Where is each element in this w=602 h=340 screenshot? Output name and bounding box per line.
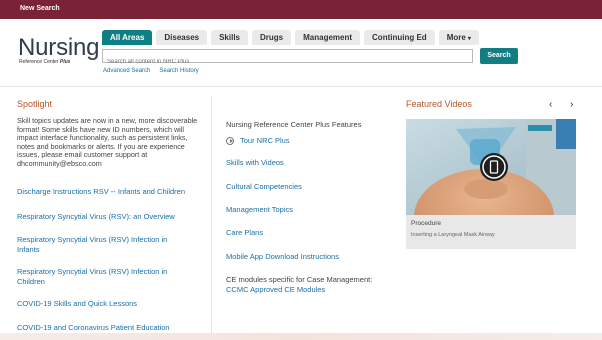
search-sublinks: Advanced Search Search History xyxy=(103,68,199,74)
search-history-link[interactable]: Search History xyxy=(159,68,198,74)
spotlight-link-covid-skills[interactable]: COVID-19 Skills and Quick Lessons xyxy=(17,299,207,309)
spotlight-intro: Skill topics updates are now in a new, m… xyxy=(17,116,198,168)
feature-link-management[interactable]: Management Topics xyxy=(226,205,293,215)
logo-subtitle-prefix: Reference Center xyxy=(19,59,59,65)
ce-modules-label: CE modules specific for Case Management: xyxy=(226,275,373,284)
tour-nrc-plus-label: Tour NRC Plus xyxy=(240,136,290,145)
advanced-search-link[interactable]: Advanced Search xyxy=(103,68,150,74)
top-bar: New Search xyxy=(0,0,602,19)
spotlight-link-discharge-rsv[interactable]: Discharge Instructions RSV -- Infants an… xyxy=(17,187,207,197)
video-description: Inserting a Laryngeal Mask Airway xyxy=(411,232,495,238)
tab-more[interactable]: More ▾ xyxy=(438,30,479,45)
header-divider xyxy=(0,86,602,87)
search-button[interactable]: Search xyxy=(480,48,518,64)
search-box xyxy=(102,49,473,68)
new-search-link[interactable]: New Search xyxy=(20,5,60,12)
tour-nrc-plus-link[interactable]: Tour NRC Plus xyxy=(226,136,290,145)
play-circle-icon xyxy=(226,136,234,145)
featured-video-thumbnail[interactable] xyxy=(406,119,576,215)
tab-continuing-ed[interactable]: Continuing Ed xyxy=(364,30,435,45)
tab-management[interactable]: Management xyxy=(295,30,361,45)
spotlight-link-rsv-overview[interactable]: Respiratory Syncytial Virus (RSV): an Ov… xyxy=(17,212,207,222)
tab-all-areas[interactable]: All Areas xyxy=(102,30,153,45)
featured-videos-title: Featured Videos xyxy=(406,99,472,109)
ce-modules-link[interactable]: CCMC Approved CE Modules xyxy=(226,285,325,294)
column-divider xyxy=(211,96,212,340)
ce-modules-text: CE modules specific for Case Management:… xyxy=(226,275,376,294)
video-thumbnail-image xyxy=(406,119,576,215)
prev-arrow-icon[interactable]: ‹ xyxy=(549,99,552,110)
feature-link-care-plans[interactable]: Care Plans xyxy=(226,228,263,238)
feature-link-mobile-app[interactable]: Mobile App Download Instructions xyxy=(226,252,339,262)
nursing-logo[interactable]: Nursing Reference Center Plus xyxy=(18,34,100,66)
search-area-tabs: All Areas Diseases Skills Drugs Manageme… xyxy=(102,30,479,45)
bottom-edge xyxy=(0,333,602,340)
video-kind: Procedure xyxy=(411,220,441,227)
tab-drugs[interactable]: Drugs xyxy=(252,30,292,45)
caret-down-icon: ▾ xyxy=(467,36,471,42)
features-title: Nursing Reference Center Plus Features xyxy=(226,120,362,129)
next-arrow-icon[interactable]: › xyxy=(570,99,573,110)
tab-diseases[interactable]: Diseases xyxy=(156,30,208,45)
feature-link-skills-videos[interactable]: Skills with Videos xyxy=(226,158,284,168)
spotlight-link-rsv-infants[interactable]: Respiratory Syncytial Virus (RSV) Infect… xyxy=(17,235,187,254)
spotlight-link-rsv-children[interactable]: Respiratory Syncytial Virus (RSV) Infect… xyxy=(17,267,187,286)
video-caption[interactable]: Procedure Inserting a Laryngeal Mask Air… xyxy=(406,215,576,249)
tab-skills[interactable]: Skills xyxy=(211,30,248,45)
logo-subtitle-suffix: Plus xyxy=(59,59,71,65)
spotlight-link-covid-education[interactable]: COVID-19 and Coronavirus Patient Educati… xyxy=(17,323,207,333)
feature-link-cultural[interactable]: Cultural Competencies xyxy=(226,182,302,192)
spotlight-title: Spotlight xyxy=(17,99,53,109)
logo-title: Nursing xyxy=(18,34,100,61)
tab-more-label: More xyxy=(446,33,466,42)
search-input[interactable] xyxy=(103,56,472,68)
